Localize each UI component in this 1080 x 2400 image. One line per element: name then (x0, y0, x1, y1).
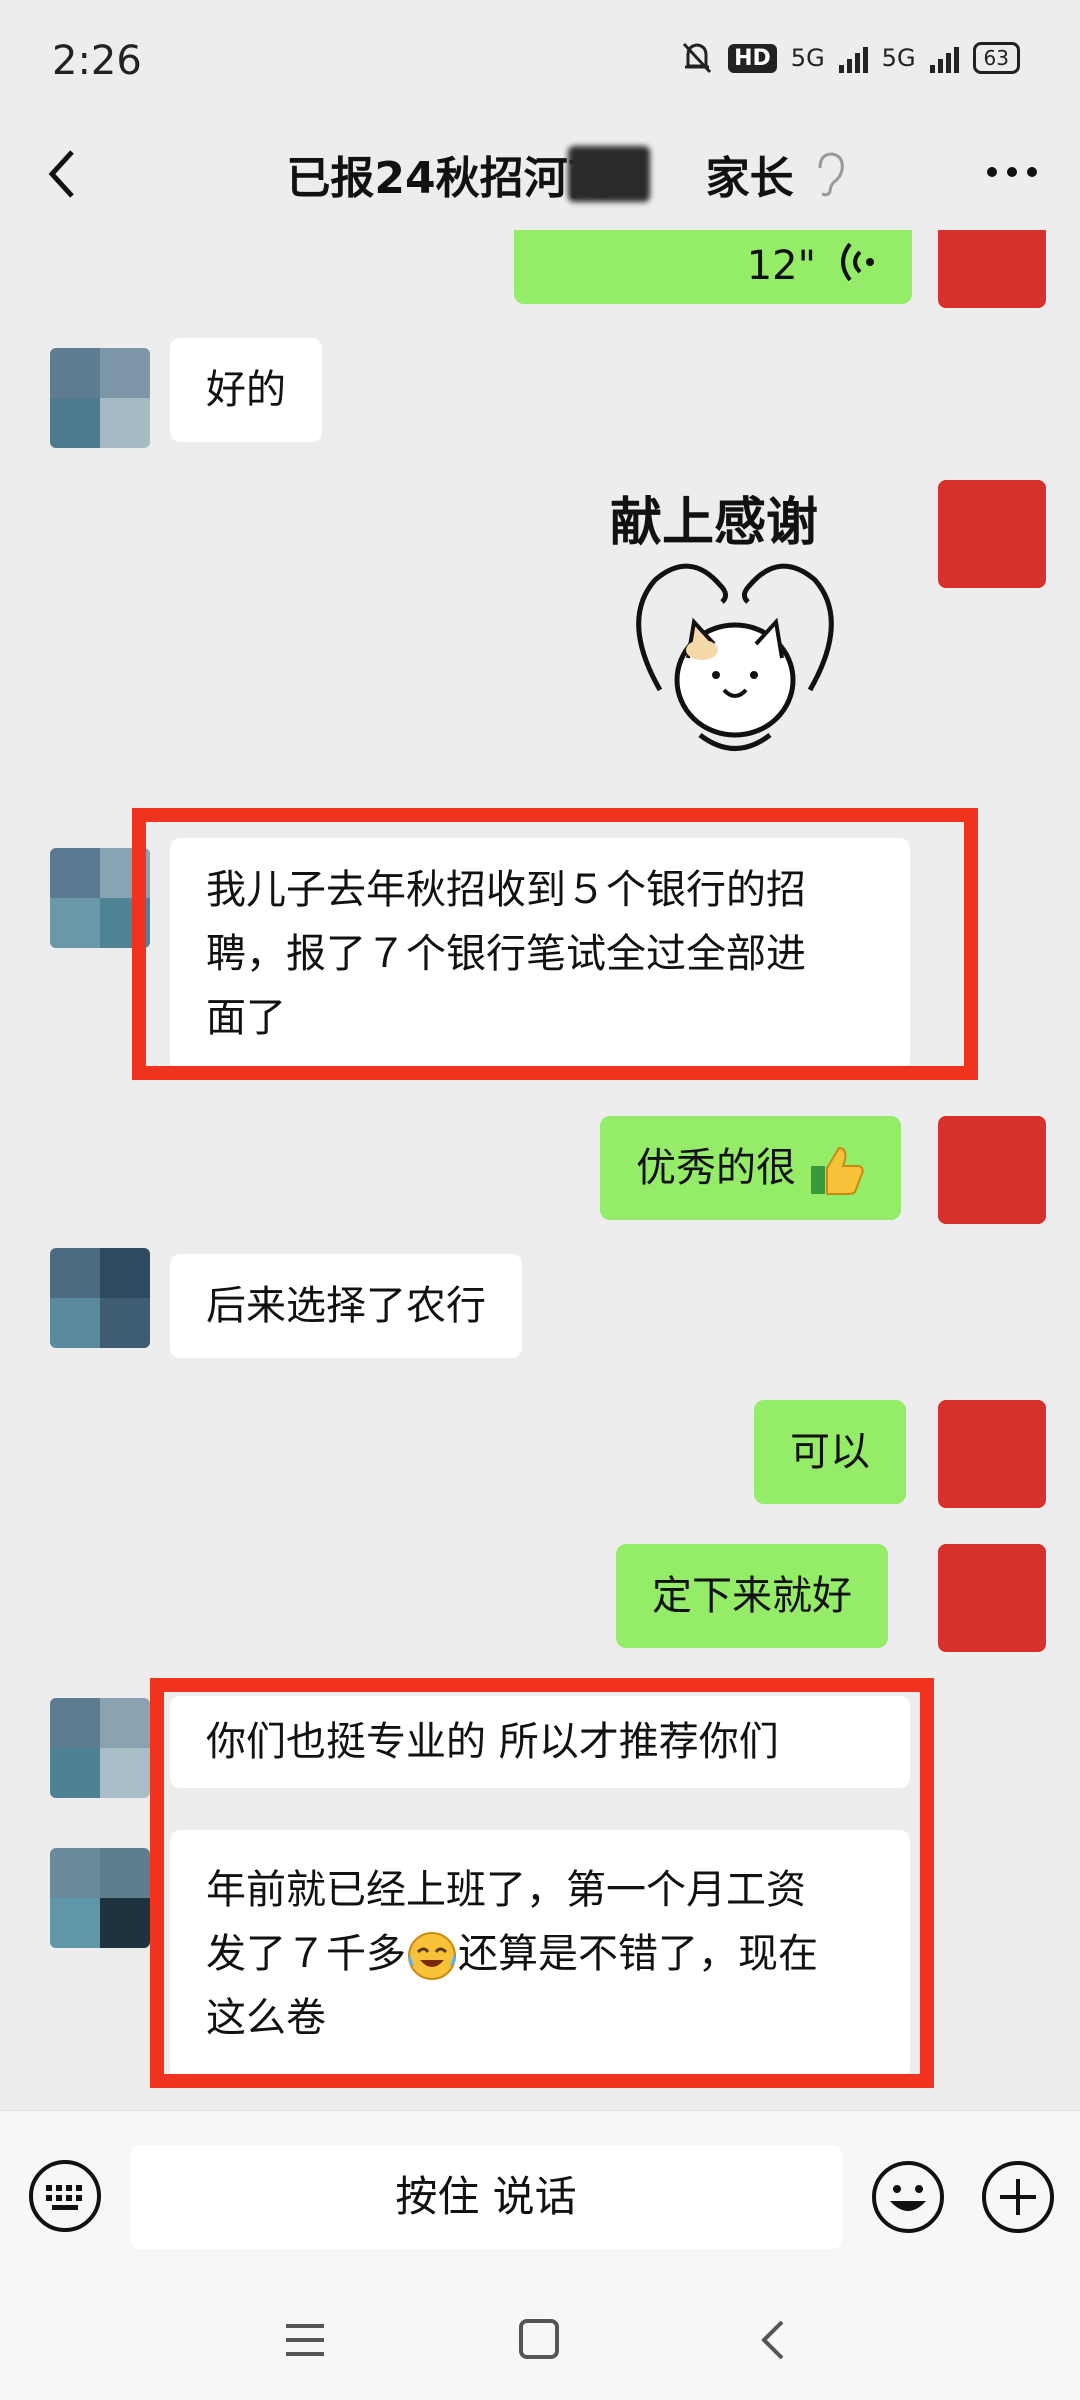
sender-avatar[interactable] (50, 1248, 150, 1348)
status-bar: 2:26 HD 5G 5G 63 (0, 0, 1080, 120)
hd-badge: HD (728, 43, 777, 73)
sender-avatar[interactable] (50, 1698, 150, 1798)
highlight-box (150, 1678, 934, 2088)
voice-wave-icon (841, 242, 874, 282)
battery-icon: 63 (972, 42, 1020, 74)
message-text: 可以 (790, 1429, 870, 1475)
signal-icon-2 (929, 43, 959, 73)
input-bar: 按住 说话 (0, 2110, 1080, 2281)
highlight-box (132, 808, 978, 1080)
emoji-icon[interactable] (870, 2159, 946, 2235)
my-avatar[interactable] (938, 1544, 1046, 1652)
more-options-icon[interactable] (984, 160, 1040, 184)
plus-icon[interactable] (980, 2159, 1056, 2235)
outgoing-message[interactable]: 优秀的很 (600, 1116, 901, 1220)
home-icon[interactable] (518, 2318, 560, 2360)
my-avatar[interactable] (938, 1116, 1046, 1224)
thumbs-up-icon (810, 1146, 864, 1195)
incoming-message[interactable]: 好的 (170, 338, 322, 442)
mute-bell-icon (683, 42, 712, 74)
nav-back-icon[interactable] (758, 2318, 788, 2362)
outgoing-message[interactable]: 可以 (754, 1400, 906, 1504)
my-avatar[interactable] (938, 1400, 1046, 1508)
my-avatar[interactable] (938, 480, 1046, 588)
keyboard-icon[interactable] (28, 2159, 102, 2233)
sticker-message[interactable]: 献上感谢 (590, 480, 910, 790)
message-text: 好的 (206, 367, 286, 413)
message-text: 后来选择了农行 (206, 1283, 486, 1329)
outgoing-message[interactable]: 定下来就好 (616, 1544, 888, 1648)
system-nav-bar (0, 2280, 1080, 2400)
sender-avatar[interactable] (50, 1848, 150, 1948)
sender-avatar[interactable] (50, 348, 150, 448)
signal-icon-1 (838, 43, 868, 73)
chat-list[interactable]: 12" 好的 献上感谢 我儿子去年秋招收到５个银行的招 聘，报了７个银行笔试全过… (0, 230, 1080, 2110)
my-avatar[interactable] (938, 230, 1046, 308)
chat-header: 已报24秋招河南 家长 (0, 120, 1080, 230)
message-text: 定下来就好 (652, 1573, 852, 1619)
chat-title-right: 家长 (705, 153, 794, 204)
network-label-1: 5G (790, 44, 825, 72)
ear-icon (818, 152, 844, 197)
network-label-2: 5G (881, 44, 916, 72)
message-text: 优秀的很 (636, 1145, 796, 1191)
chat-title-left: 已报24秋招河南 (286, 153, 612, 204)
voice-message[interactable]: 12" (514, 230, 912, 304)
chat-title: 已报24秋招河南 家长 (0, 142, 1080, 206)
redacted-title-part (568, 146, 650, 202)
clock: 2:26 (52, 38, 142, 84)
status-icons: HD 5G 5G 63 (680, 40, 1020, 76)
cat-heart-sticker (636, 563, 834, 751)
hold-to-talk-button[interactable]: 按住 说话 (130, 2145, 842, 2249)
menu-icon[interactable] (284, 2320, 326, 2360)
incoming-message[interactable]: 后来选择了农行 (170, 1254, 522, 1358)
voice-duration: 12" (746, 243, 816, 289)
